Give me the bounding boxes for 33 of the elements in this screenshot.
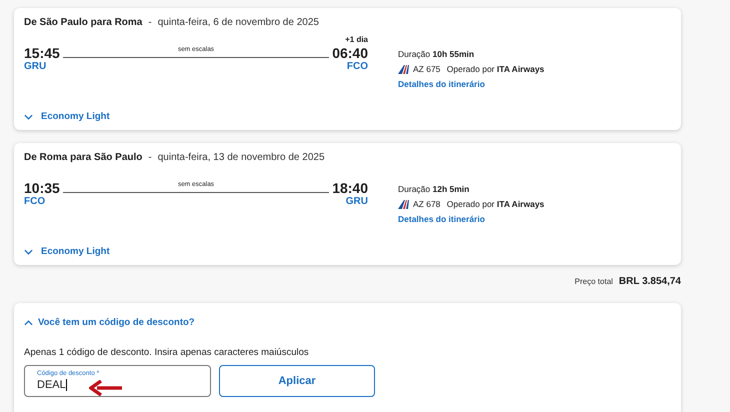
- annotation-arrow-icon: [89, 380, 123, 396]
- arrival-time: 06:40: [332, 45, 368, 61]
- total-label: Preço total: [574, 277, 613, 286]
- separator: -: [148, 17, 152, 28]
- arrival-airport: FCO: [346, 61, 368, 72]
- fare-toggle[interactable]: Economy Light: [24, 111, 671, 122]
- operator-info: Operado por ITA Airways: [446, 199, 544, 209]
- arrival-time: 18:40: [332, 180, 368, 196]
- itinerary-details-link[interactable]: Detalhes do itinerário: [398, 214, 544, 224]
- total-price: BRL 3.854,74: [618, 276, 681, 287]
- arrival-airport: GRU: [346, 196, 368, 207]
- flight-date: quinta-feira, 6 de novembro de 2025: [158, 17, 319, 28]
- departure-time: 10:35: [24, 180, 60, 196]
- departure-airport: FCO: [24, 196, 46, 207]
- airline-logo-icon: [398, 64, 409, 74]
- day-offset: +1 dia: [345, 35, 368, 45]
- separator: -: [148, 152, 152, 163]
- apply-button[interactable]: Aplicar: [219, 365, 375, 397]
- flight-date: quinta-feira, 13 de novembro de 2025: [158, 152, 325, 163]
- discount-hint: Apenas 1 código de desconto. Insira apenas caracteres maiúsculos: [24, 347, 310, 358]
- flight-number: AZ 678: [413, 199, 440, 209]
- departure-time: 15:45: [24, 45, 60, 61]
- route-title: De São Paulo para Roma: [24, 17, 142, 28]
- duration: Duração 12h 5min: [398, 184, 470, 194]
- itinerary-details-link[interactable]: Detalhes do itinerário: [398, 79, 544, 89]
- discount-toggle[interactable]: Você tem um código de desconto?: [24, 317, 671, 328]
- operator-info: Operado por ITA Airways: [446, 64, 544, 74]
- fare-toggle[interactable]: Economy Light: [24, 246, 671, 257]
- airline-logo-icon: [398, 200, 409, 208]
- duration: Duração 10h 55min: [398, 49, 476, 59]
- flight-number: AZ 675: [413, 64, 440, 74]
- route-title: De Roma para São Paulo: [24, 152, 142, 163]
- departure-airport: GRU: [24, 61, 46, 72]
